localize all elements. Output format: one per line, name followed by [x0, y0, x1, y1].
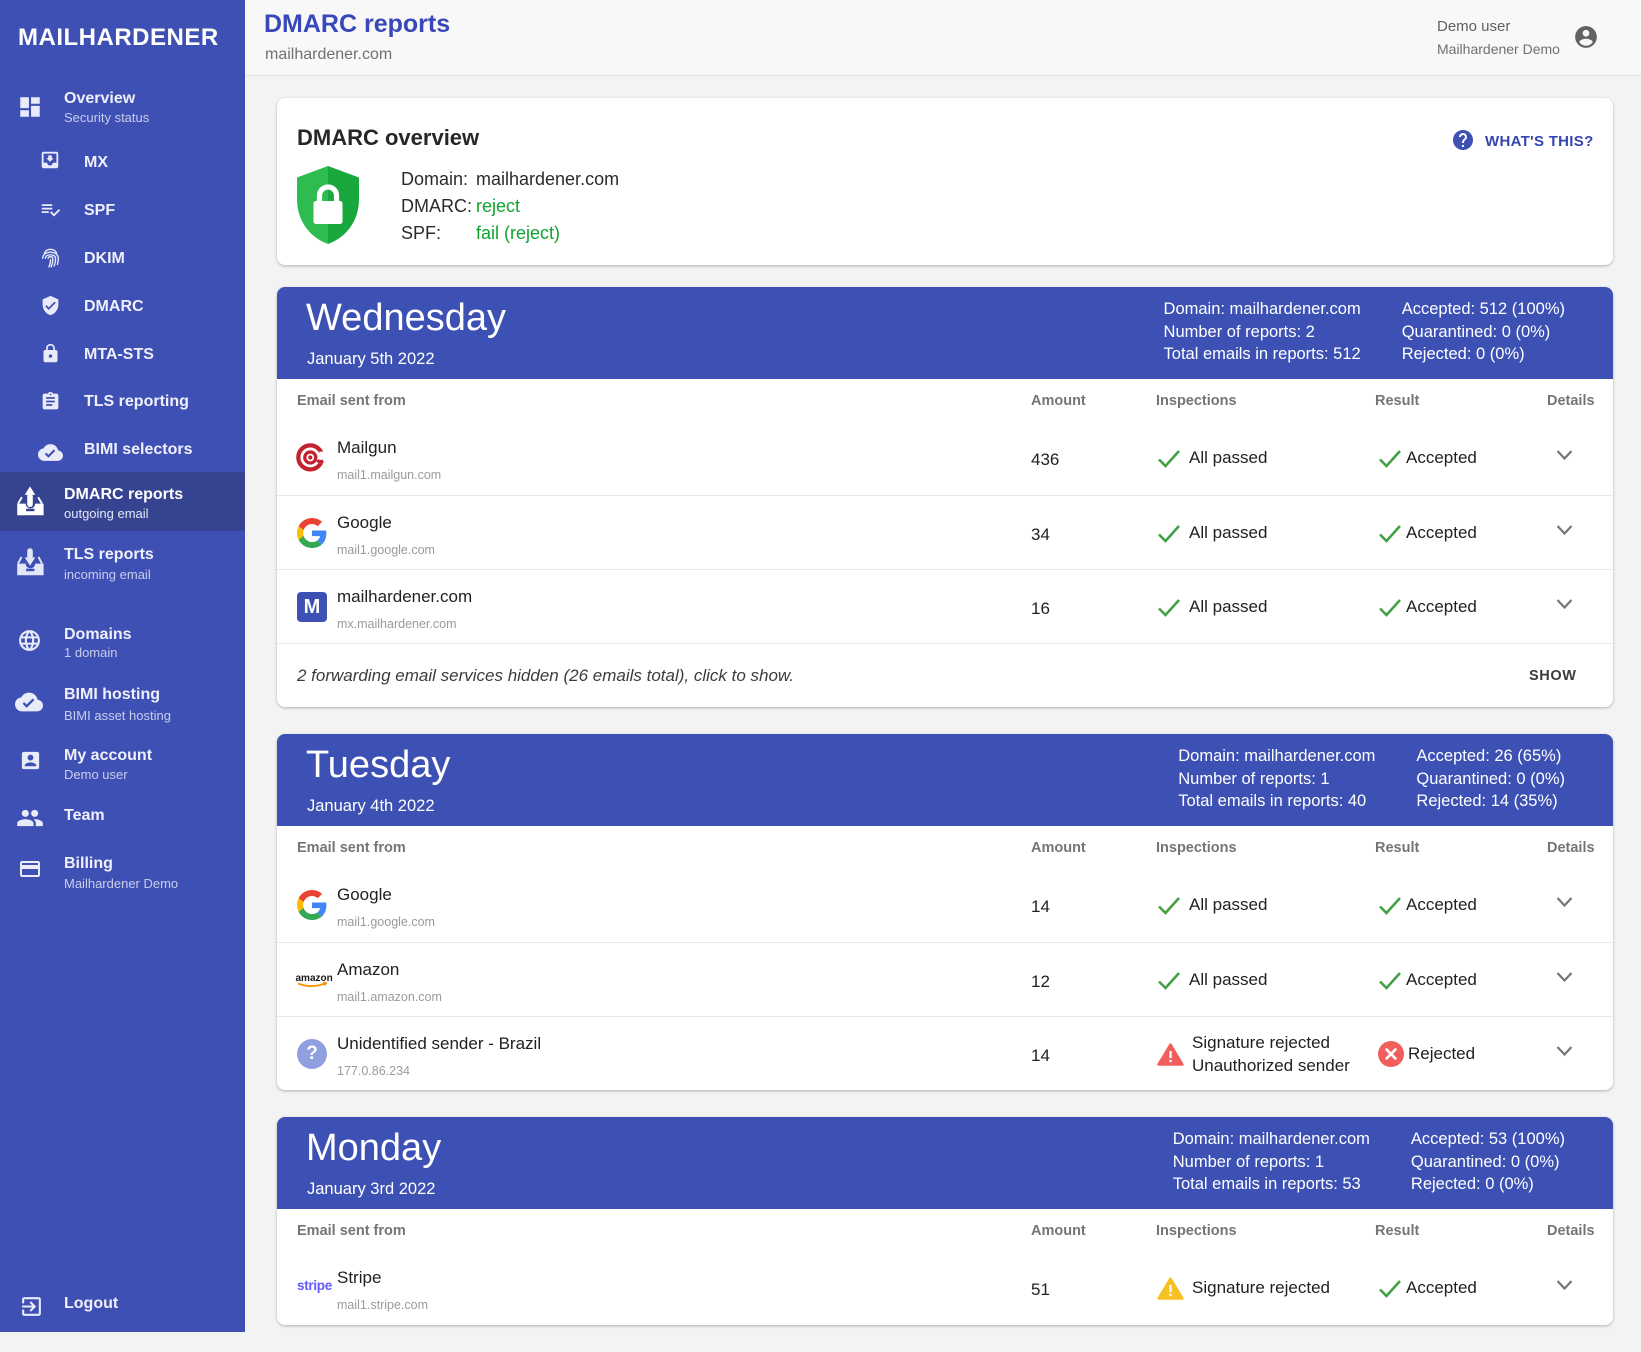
svg-text:amazon: amazon [296, 973, 333, 984]
